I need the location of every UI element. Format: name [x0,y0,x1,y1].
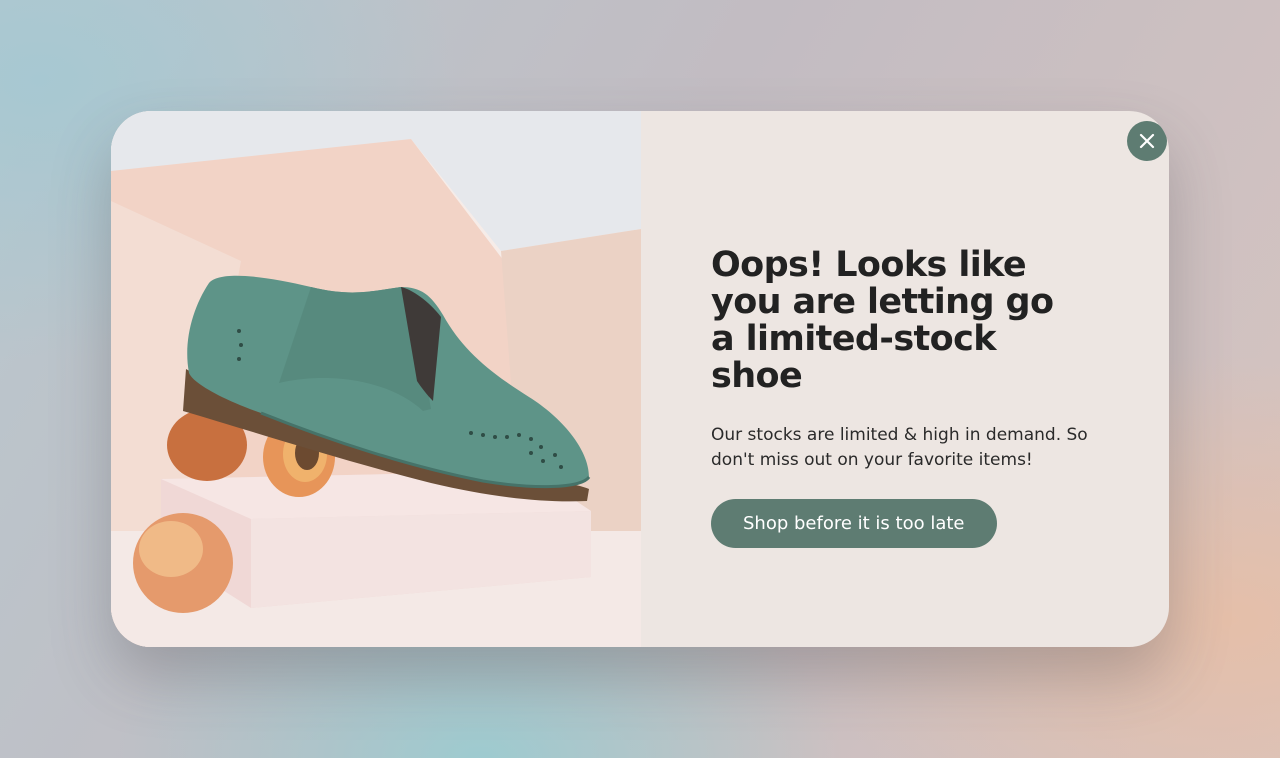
close-icon [1139,133,1155,149]
page: { "popup": { "headline": "Oops! Looks li… [0,0,1280,758]
close-button[interactable] [1127,121,1167,161]
product-image [111,111,641,647]
shop-now-button[interactable]: Shop before it is too late [711,499,997,548]
popup-body-text: Our stocks are limited & high in demand.… [711,425,1088,470]
exit-intent-popup: Oops! Looks like you are letting go a li… [111,111,1169,647]
popup-content: Oops! Looks like you are letting go a li… [641,111,1169,647]
popup-headline: Oops! Looks like you are letting go a li… [711,245,1054,396]
shoe-illustration [111,111,641,647]
